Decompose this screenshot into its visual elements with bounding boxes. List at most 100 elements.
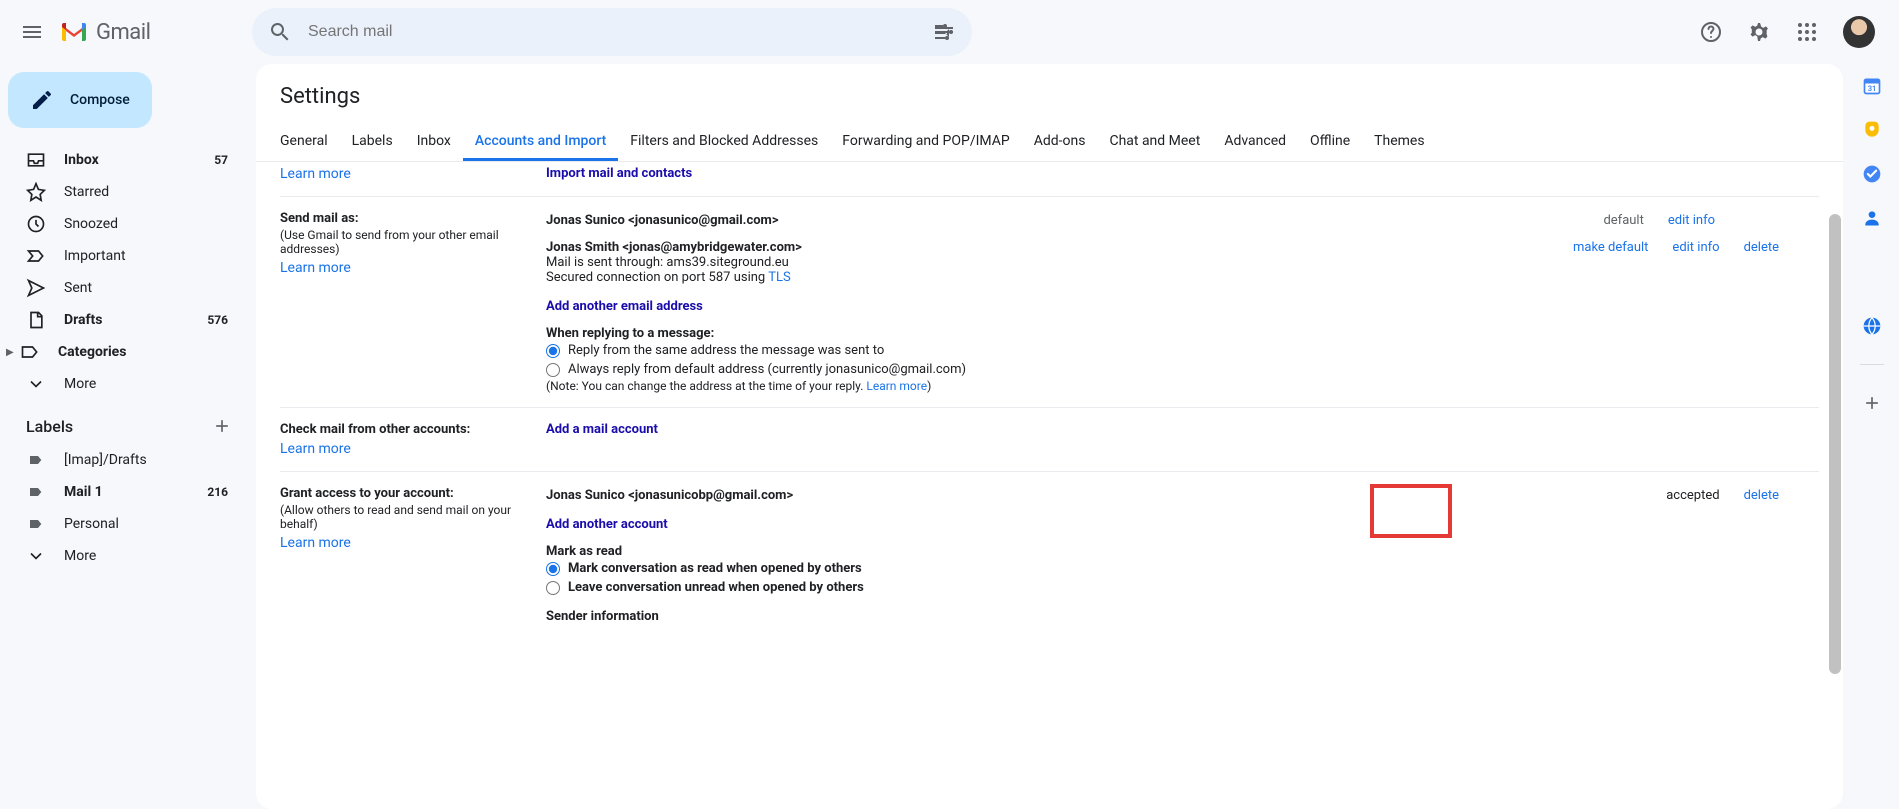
tab-inbox[interactable]: Inbox [405, 123, 463, 161]
apps-button[interactable] [1787, 12, 1827, 52]
globe-icon [1862, 316, 1882, 336]
send-as-title: Send mail as: [280, 211, 546, 226]
compose-button[interactable]: Compose [8, 72, 152, 128]
sidebar-item-drafts[interactable]: Drafts 576 [0, 304, 240, 336]
sendas-secondary-port: Secured connection on port 587 using TLS [546, 270, 1573, 285]
learn-more-link[interactable]: Learn more [280, 166, 351, 182]
gmail-logo[interactable]: Gmail [56, 20, 150, 45]
reply-radio-same[interactable] [546, 344, 560, 358]
tab-offline[interactable]: Offline [1298, 123, 1362, 161]
mark-radio-unread[interactable] [546, 581, 560, 595]
contacts-panel-button[interactable] [1862, 208, 1882, 228]
tab-advanced[interactable]: Advanced [1212, 123, 1298, 161]
sidebar-item-more[interactable]: More [0, 368, 240, 400]
mark-read-header: Mark as read [546, 544, 1819, 559]
tag-icon [20, 342, 40, 362]
mark-radio-read[interactable] [546, 562, 560, 576]
tab-themes[interactable]: Themes [1362, 123, 1436, 161]
section-send-as: Send mail as: (Use Gmail to send from yo… [280, 197, 1819, 408]
delete-grant-link[interactable]: delete [1744, 488, 1779, 503]
search-input[interactable] [300, 23, 924, 41]
mark-read-opt1[interactable]: Mark conversation as read when opened by… [546, 559, 1819, 578]
add-mail-account-link[interactable]: Add a mail account [546, 422, 658, 437]
tls-link[interactable]: TLS [768, 270, 790, 285]
label-icon [28, 452, 44, 468]
pencil-icon [30, 88, 54, 112]
scrollbar-thumb[interactable] [1829, 214, 1841, 674]
delete-sendas-link[interactable]: delete [1744, 240, 1779, 255]
support-button[interactable] [1691, 12, 1731, 52]
sidebar: Compose Inbox 57 Starred Snoozed Importa… [0, 64, 256, 809]
apps-grid-icon [1795, 20, 1819, 44]
tab-chat-meet[interactable]: Chat and Meet [1097, 123, 1212, 161]
learn-more-link[interactable]: Learn more [280, 441, 351, 457]
label-icon [28, 484, 44, 500]
mark-read-opt2[interactable]: Leave conversation unread when opened by… [546, 578, 1819, 597]
learn-more-link[interactable]: Learn more [280, 535, 351, 551]
important-icon [26, 246, 46, 266]
search-icon [268, 20, 292, 44]
gmail-icon [60, 21, 88, 43]
person-icon [1862, 208, 1882, 228]
highlight-box [1370, 484, 1452, 538]
plus-icon [1862, 393, 1882, 413]
clock-icon [26, 214, 46, 234]
search-bar[interactable] [252, 8, 972, 56]
label-personal[interactable]: Personal [0, 508, 240, 540]
label-mail1[interactable]: Mail 1 216 [0, 476, 240, 508]
tasks-panel-button[interactable] [1862, 164, 1882, 184]
send-icon [26, 278, 46, 298]
file-icon [26, 310, 46, 330]
search-options-button[interactable] [924, 12, 964, 52]
sidebar-item-categories[interactable]: Categories [10, 336, 240, 368]
tab-filters[interactable]: Filters and Blocked Addresses [618, 123, 830, 161]
learn-more-link[interactable]: Learn more [280, 260, 351, 276]
main-panel: Settings General Labels Inbox Accounts a… [256, 64, 1843, 809]
keep-panel-button[interactable] [1862, 120, 1882, 140]
tab-labels[interactable]: Labels [340, 123, 405, 161]
app-header: Gmail [0, 0, 1899, 64]
account-avatar[interactable] [1843, 16, 1875, 48]
edit-info-link[interactable]: edit info [1672, 240, 1719, 255]
sidebar-item-inbox[interactable]: Inbox 57 [0, 144, 240, 176]
tab-forwarding[interactable]: Forwarding and POP/IMAP [830, 123, 1021, 161]
make-default-link[interactable]: make default [1573, 240, 1648, 255]
reply-header: When replying to a message: [546, 326, 1819, 341]
reply-radio-default[interactable] [546, 363, 560, 377]
compose-label: Compose [70, 92, 130, 108]
reply-option-same[interactable]: Reply from the same address the message … [546, 341, 1819, 360]
sidebar-item-important[interactable]: Important [0, 240, 240, 272]
tune-icon [932, 20, 956, 44]
learn-more-link[interactable]: Learn more [866, 379, 927, 393]
addon-panel-button[interactable] [1862, 316, 1882, 336]
add-email-link[interactable]: Add another email address [546, 299, 703, 314]
star-icon [26, 182, 46, 202]
add-label-button[interactable] [212, 416, 232, 436]
tab-general[interactable]: General [268, 123, 340, 161]
brand-text: Gmail [96, 20, 150, 45]
tasks-icon [1862, 164, 1882, 184]
settings-button[interactable] [1739, 12, 1779, 52]
keep-icon [1862, 120, 1882, 140]
scrollbar[interactable] [1829, 214, 1841, 803]
sidebar-item-snoozed[interactable]: Snoozed [0, 208, 240, 240]
labels-more[interactable]: More [0, 540, 240, 572]
sendas-secondary: Jonas Smith <jonas@amybridgewater.com> [546, 240, 1573, 255]
chevron-down-icon [26, 546, 46, 566]
search-button[interactable] [260, 12, 300, 52]
panel-divider [1860, 364, 1884, 365]
add-another-account-link[interactable]: Add another account [546, 517, 668, 532]
edit-info-link[interactable]: edit info [1668, 213, 1715, 228]
tab-addons[interactable]: Add-ons [1022, 123, 1098, 161]
label-imap-drafts[interactable]: [Imap]/Drafts [0, 444, 240, 476]
reply-option-default[interactable]: Always reply from default address (curre… [546, 360, 1819, 379]
get-addons-button[interactable] [1862, 393, 1882, 413]
import-mail-link[interactable]: Import mail and contacts [546, 166, 692, 181]
gear-icon [1747, 20, 1771, 44]
sidebar-item-sent[interactable]: Sent [0, 272, 240, 304]
calendar-panel-button[interactable]: 31 [1862, 76, 1882, 96]
sidebar-item-starred[interactable]: Starred [0, 176, 240, 208]
categories-caret[interactable]: ▶ [0, 347, 10, 358]
main-menu-button[interactable] [8, 8, 56, 56]
tab-accounts-import[interactable]: Accounts and Import [463, 123, 618, 161]
